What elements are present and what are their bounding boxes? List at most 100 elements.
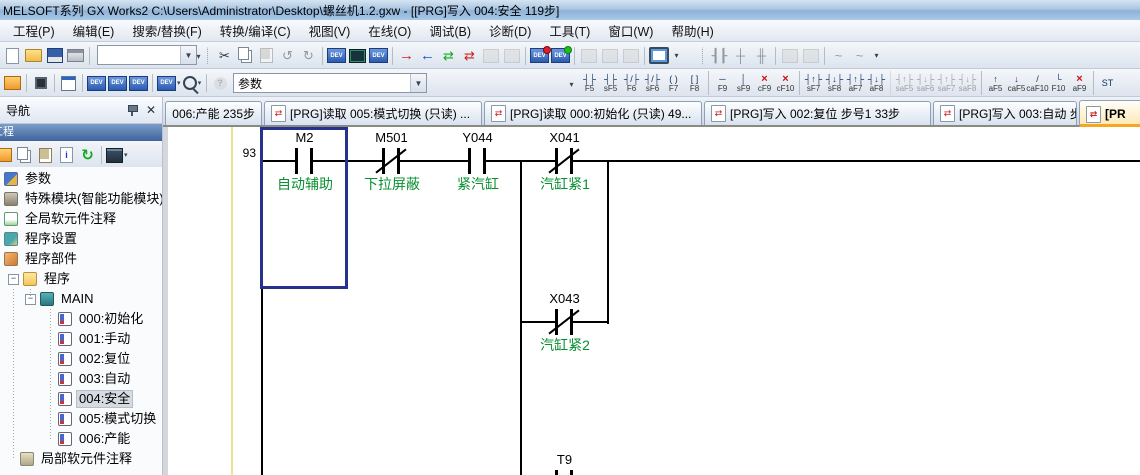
tree-item[interactable]: 参数 bbox=[0, 169, 162, 189]
jump-icon[interactable] bbox=[801, 46, 820, 66]
save-project-icon[interactable] bbox=[45, 46, 64, 66]
tree-item[interactable]: 001:手动 bbox=[0, 329, 162, 349]
start-monitor-icon[interactable]: DEV bbox=[530, 46, 549, 66]
ladder-editor[interactable]: 93 M2 自动辅助 M501 下拉屏蔽 Y044 紧汽缸 X041 汽缸紧1 … bbox=[168, 127, 1140, 475]
tab-002-reset[interactable]: [PRG]写入 002:复位 步号1 33步 bbox=[704, 101, 931, 125]
ladder-monitor-icon[interactable]: ┨┠ bbox=[710, 46, 729, 66]
refresh-icon[interactable]: ↻ bbox=[78, 145, 97, 165]
rising-pulse-button[interactable]: ┤↑├sF7 bbox=[799, 71, 824, 95]
cut-icon[interactable]: ✂ bbox=[215, 46, 234, 66]
sort-icon[interactable] bbox=[106, 145, 128, 165]
rising-pulse-close-branch-button[interactable]: ┤↑├saF7 bbox=[936, 71, 957, 95]
tree-item[interactable]: 全局软元件注释 bbox=[0, 209, 162, 229]
vertical-line-button[interactable]: │sF9 bbox=[733, 71, 754, 95]
menu-item[interactable]: 调试(B) bbox=[420, 19, 480, 42]
contact-symbol[interactable] bbox=[549, 470, 579, 475]
edit-cursor[interactable] bbox=[260, 127, 348, 289]
tab-000-init[interactable]: [PRG]读取 000:初始化 (只读) 49... bbox=[484, 101, 702, 125]
delete-horizontal-line-button[interactable]: ×cF9 bbox=[754, 71, 775, 95]
chevron-down-icon[interactable]: ▼ bbox=[410, 74, 426, 92]
verify-with-plc-icon[interactable] bbox=[481, 46, 500, 66]
copy-icon[interactable] bbox=[236, 46, 255, 66]
paste-data-icon[interactable] bbox=[36, 145, 55, 165]
transfer-setup-icon[interactable] bbox=[621, 46, 640, 66]
window-select-combo[interactable]: ▼ bbox=[97, 45, 197, 65]
write-to-plc-icon[interactable]: → bbox=[397, 46, 416, 66]
tree-item[interactable]: 特殊模块(智能功能模块) bbox=[0, 189, 162, 209]
device-display-icon[interactable]: DEV bbox=[157, 73, 181, 93]
tree-expander[interactable]: − bbox=[8, 274, 19, 285]
falling-pulse-button[interactable]: ┤↓├sF8 bbox=[824, 71, 845, 95]
device-find-icon[interactable] bbox=[183, 73, 202, 93]
project-tool-icon[interactable] bbox=[0, 145, 13, 165]
navigation-window-icon[interactable] bbox=[3, 73, 22, 93]
paste-icon[interactable] bbox=[257, 46, 276, 66]
wave-monitor-icon[interactable]: ~ bbox=[829, 46, 848, 66]
device-batch-monitor-icon[interactable]: DEV bbox=[108, 73, 127, 93]
close-contact-button[interactable]: ┤/├F6 bbox=[621, 71, 642, 95]
branch-line-button[interactable]: └F10 bbox=[1048, 71, 1069, 95]
tree-item[interactable]: 002:复位 bbox=[0, 349, 162, 369]
open-project-icon[interactable] bbox=[24, 46, 43, 66]
contact-symbol[interactable] bbox=[549, 309, 579, 335]
tab-003-auto[interactable]: [PRG]写入 003:自动 步号2 bbox=[933, 101, 1077, 125]
pc-monitor-icon[interactable] bbox=[649, 46, 669, 66]
pulse-conversion-close-button[interactable]: ↓caF5 bbox=[1006, 71, 1027, 95]
tree-item[interactable]: 000:初始化 bbox=[0, 309, 162, 329]
delete-line-button[interactable]: ×aF9 bbox=[1069, 71, 1090, 95]
open-branch-button[interactable]: ┤├sF5 bbox=[600, 71, 621, 95]
redo-icon[interactable]: ↻ bbox=[299, 46, 318, 66]
device-comment-list-icon[interactable]: DEV bbox=[87, 73, 106, 93]
tab-006-capacity[interactable]: 006:产能 235步 bbox=[165, 101, 262, 125]
tab-004-safety-active[interactable]: [PR bbox=[1079, 100, 1140, 127]
copy-data-icon[interactable] bbox=[15, 145, 34, 165]
device-test-icon[interactable]: DEV bbox=[551, 46, 570, 66]
ladder-pulse-icon[interactable]: ╫ bbox=[752, 46, 771, 66]
tree-item[interactable]: 003:自动 bbox=[0, 369, 162, 389]
menu-item[interactable]: 帮助(H) bbox=[662, 19, 722, 42]
open-contact-button[interactable]: ┤├F5 bbox=[579, 71, 600, 95]
function-block-icon[interactable] bbox=[31, 73, 50, 93]
monitor-start-icon[interactable]: ⇄ bbox=[439, 46, 458, 66]
menu-item[interactable]: 在线(O) bbox=[359, 19, 420, 42]
inline-st-icon[interactable]: ST bbox=[1093, 71, 1118, 95]
toolbar-overflow[interactable]: ▾ bbox=[566, 74, 577, 94]
contact-symbol[interactable] bbox=[462, 148, 492, 174]
close-branch-button[interactable]: ┤/├sF6 bbox=[642, 71, 663, 95]
device-comment-icon[interactable]: DEV bbox=[327, 46, 346, 66]
delete-vertical-line-button[interactable]: ×cF10 bbox=[775, 71, 796, 95]
remote-operation-icon[interactable] bbox=[502, 46, 521, 66]
read-from-plc-icon[interactable]: ← bbox=[418, 46, 437, 66]
falling-pulse-branch-button[interactable]: ┤↓├aF8 bbox=[866, 71, 887, 95]
tree-item[interactable]: − 程序 bbox=[0, 269, 162, 289]
sampling-trace-icon[interactable] bbox=[579, 46, 598, 66]
device-combo[interactable]: 参数 ▼ bbox=[233, 73, 427, 93]
program-check-icon[interactable] bbox=[600, 46, 619, 66]
tree-item[interactable]: 005:模式切换 bbox=[0, 409, 162, 429]
monitor-stop-icon[interactable]: ⇄ bbox=[460, 46, 479, 66]
falling-pulse-close-branch-button[interactable]: ┤↓├saF8 bbox=[957, 71, 978, 95]
tree-item[interactable]: 程序部件 bbox=[0, 249, 162, 269]
new-project-icon[interactable] bbox=[3, 46, 22, 66]
tab-005-mode-switch[interactable]: [PRG]读取 005:模式切换 (只读) ... bbox=[264, 101, 482, 125]
device-register-monitor-icon[interactable]: DEV bbox=[129, 73, 148, 93]
application-instruction-button[interactable]: [ ]F8 bbox=[684, 71, 705, 95]
menu-item[interactable]: 窗口(W) bbox=[599, 19, 662, 42]
rising-pulse-branch-button[interactable]: ┤↑├aF7 bbox=[845, 71, 866, 95]
menu-item[interactable]: 诊断(D) bbox=[480, 19, 540, 42]
wave-trace-icon[interactable]: ~ bbox=[850, 46, 869, 66]
tree-item[interactable]: 局部软元件注释 bbox=[0, 449, 162, 469]
menu-item[interactable]: 视图(V) bbox=[300, 19, 360, 42]
tree-item[interactable]: 程序设置 bbox=[0, 229, 162, 249]
ladder-edit-icon[interactable]: ┼ bbox=[731, 46, 750, 66]
toolbar-overflow[interactable]: ▾ bbox=[871, 46, 882, 66]
rising-pulse-close-button[interactable]: ┤↑├saF5 bbox=[890, 71, 915, 95]
close-icon[interactable]: ✕ bbox=[144, 104, 158, 116]
menu-item[interactable]: 工程(P) bbox=[4, 19, 64, 42]
statement-icon[interactable] bbox=[348, 46, 367, 66]
coil-button[interactable]: ( )F7 bbox=[663, 71, 684, 95]
falling-pulse-close-button[interactable]: ┤↓├saF6 bbox=[915, 71, 936, 95]
toolbar-overflow[interactable]: ▾ bbox=[193, 46, 204, 66]
pulse-conversion-button[interactable]: ↑aF5 bbox=[981, 71, 1006, 95]
tree-item[interactable]: 004:安全 bbox=[0, 389, 162, 409]
